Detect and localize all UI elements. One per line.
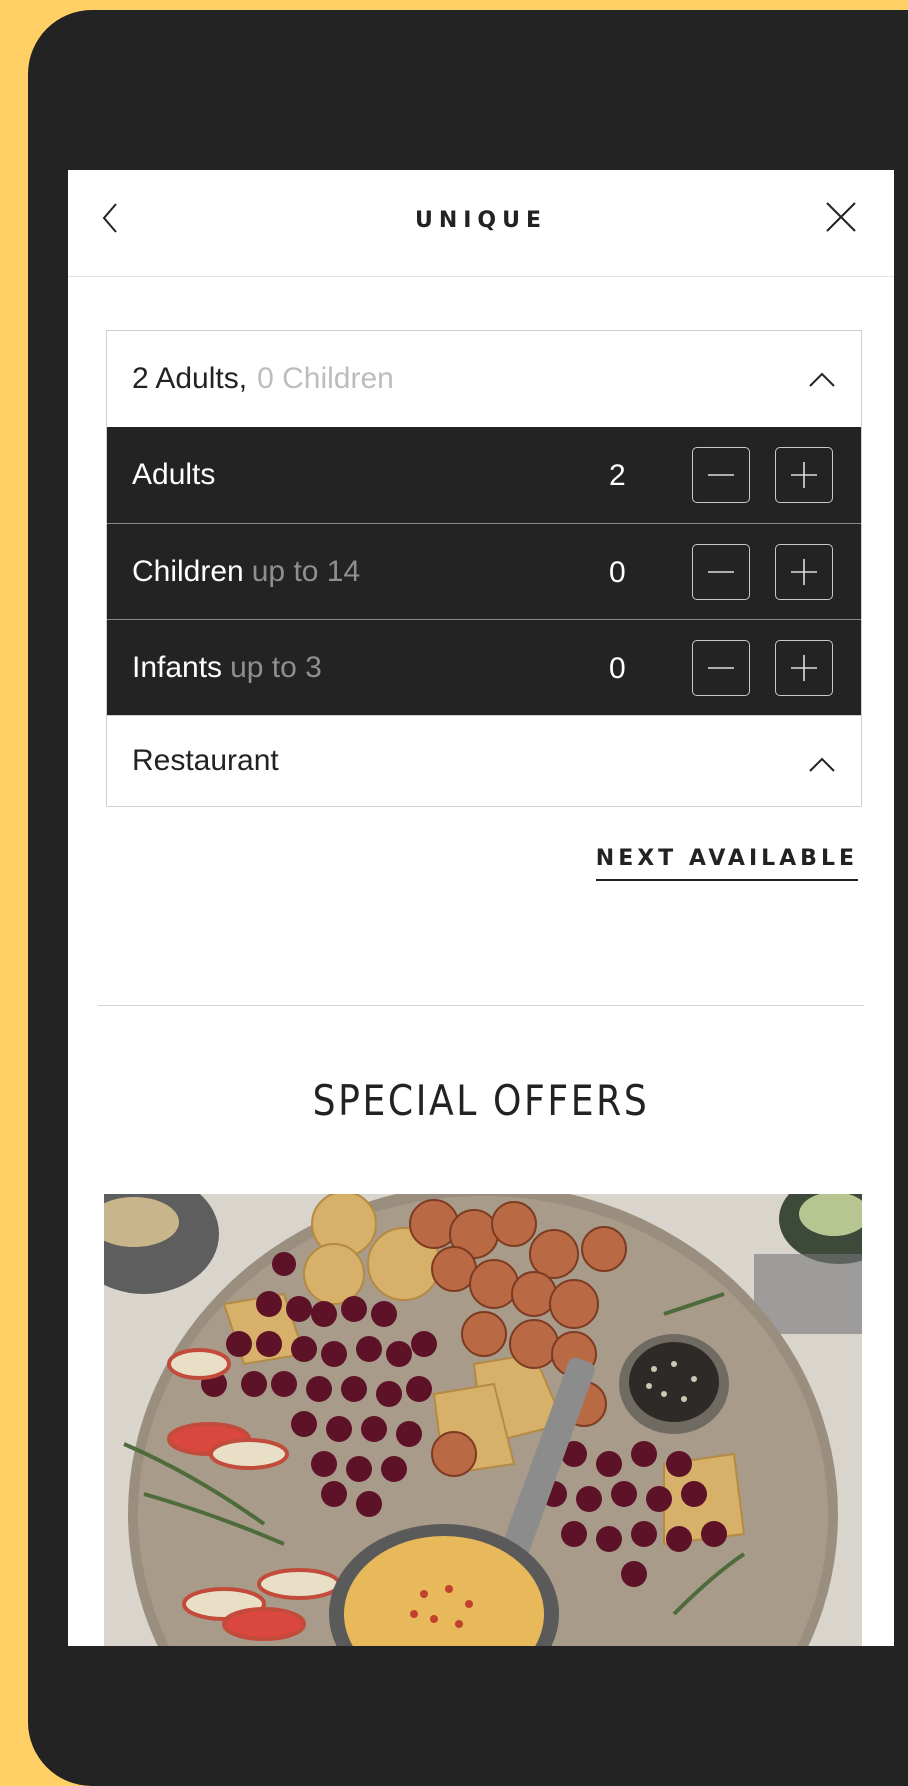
close-icon: [826, 202, 856, 232]
children-decrement-button[interactable]: [692, 544, 750, 600]
next-available-link[interactable]: NEXT AVAILABLE: [595, 846, 858, 881]
minus-icon: [708, 571, 734, 573]
plus-icon: [791, 655, 817, 681]
infants-age-hint: up to 3: [230, 650, 322, 684]
plus-icon: [791, 559, 817, 585]
special-offers-heading: SPECIAL OFFERS: [312, 1076, 650, 1125]
infants-label: Infants: [132, 650, 223, 684]
infants-increment-button[interactable]: [775, 640, 833, 696]
minus-icon: [708, 667, 734, 669]
guest-summary-dropdown[interactable]: 2 Adults, 0 Children: [107, 331, 861, 427]
chevron-up-icon: [809, 372, 835, 387]
adults-row: Adults 2: [107, 427, 861, 523]
adults-label: Adults: [132, 458, 216, 491]
adults-count: 2: [609, 459, 626, 492]
children-row: Children up to 14 0: [107, 523, 861, 619]
infants-decrement-button[interactable]: [692, 640, 750, 696]
special-offer-image[interactable]: [104, 1194, 862, 1646]
phone-frame: UNIQUE 2 Adults, 0 Children Adults 2 Chi…: [28, 10, 908, 1786]
summary-adults: 2 Adults,: [132, 362, 248, 395]
adults-increment-button[interactable]: [775, 447, 833, 503]
section-divider: [98, 1005, 864, 1006]
food-platter-illustration: [104, 1194, 862, 1646]
close-button[interactable]: [824, 200, 860, 236]
infants-row: Infants up to 3 0: [107, 619, 861, 715]
app-screen: UNIQUE 2 Adults, 0 Children Adults 2 Chi…: [68, 170, 894, 1646]
children-label: Children: [132, 554, 244, 588]
infants-count: 0: [609, 652, 626, 685]
minus-icon: [708, 474, 734, 476]
adults-decrement-button[interactable]: [692, 447, 750, 503]
chevron-up-icon: [809, 757, 835, 772]
restaurant-label: Restaurant: [132, 744, 279, 777]
children-count: 0: [609, 556, 626, 589]
summary-children: 0 Children: [257, 362, 394, 395]
guest-selector: 2 Adults, 0 Children Adults 2 Children u…: [106, 330, 862, 807]
top-bar: UNIQUE: [68, 170, 894, 277]
children-increment-button[interactable]: [775, 544, 833, 600]
restaurant-dropdown[interactable]: Restaurant: [107, 715, 861, 806]
plus-icon: [791, 462, 817, 488]
children-age-hint: up to 14: [251, 554, 361, 588]
page-title: UNIQUE: [414, 208, 548, 233]
